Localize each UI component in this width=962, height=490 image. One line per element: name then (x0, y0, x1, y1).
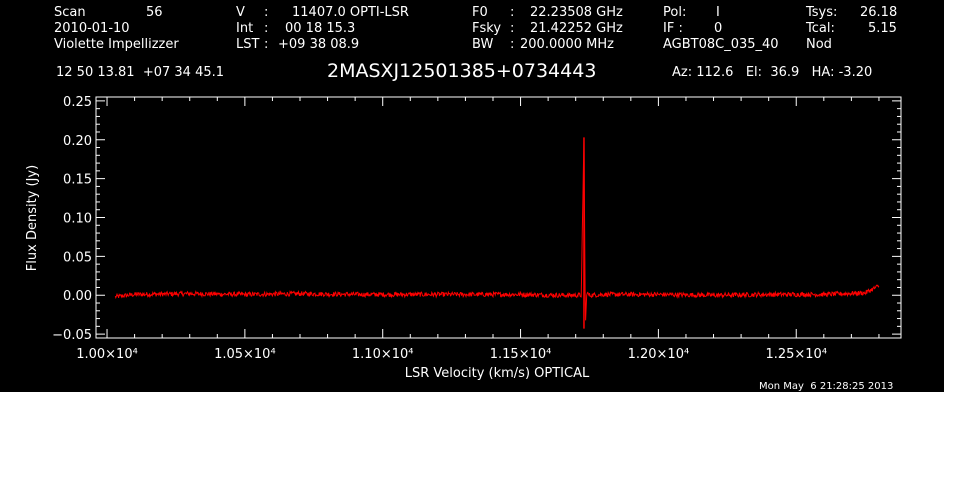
y-axis-label: Flux Density (Jy) (25, 165, 40, 271)
y-tick-label: 0.05 (63, 250, 92, 265)
y-tick-label: 0.00 (63, 289, 92, 304)
x-tick-label: 1.15×10⁴ (490, 347, 552, 362)
x-tick-label: 1.05×10⁴ (214, 347, 276, 362)
x-axis-label: LSR Velocity (km/s) OPTICAL (405, 366, 590, 381)
y-tick-label: 0.20 (63, 134, 92, 149)
x-tick-label: 1.25×10⁴ (765, 347, 827, 362)
y-tick-label: −0.05 (52, 328, 92, 343)
y-tick-label: 0.25 (63, 95, 92, 110)
plot-canvas: Scan 56 V : 11407.0 OPTI-LSR F0 : 22.235… (0, 0, 944, 392)
x-tick-label: 1.00×10⁴ (76, 347, 138, 362)
axis-tick-labels: 1.00×10⁴ 1.05×10⁴ 1.10×10⁴ 1.15×10⁴ 1.20×10⁴… (52, 95, 827, 362)
plot-frame (95, 96, 902, 339)
y-tick-label: 0.10 (63, 212, 92, 227)
series-layer (114, 137, 880, 329)
axis-ticks (96, 97, 901, 338)
spectrum-line (114, 138, 880, 321)
y-tick-label: 0.15 (63, 173, 92, 188)
x-tick-label: 1.10×10⁴ (352, 347, 414, 362)
spectrum-chart: 1.00×10⁴ 1.05×10⁴ 1.10×10⁴ 1.15×10⁴ 1.20×10⁴… (25, 95, 902, 381)
x-tick-label: 1.20×10⁴ (628, 347, 690, 362)
